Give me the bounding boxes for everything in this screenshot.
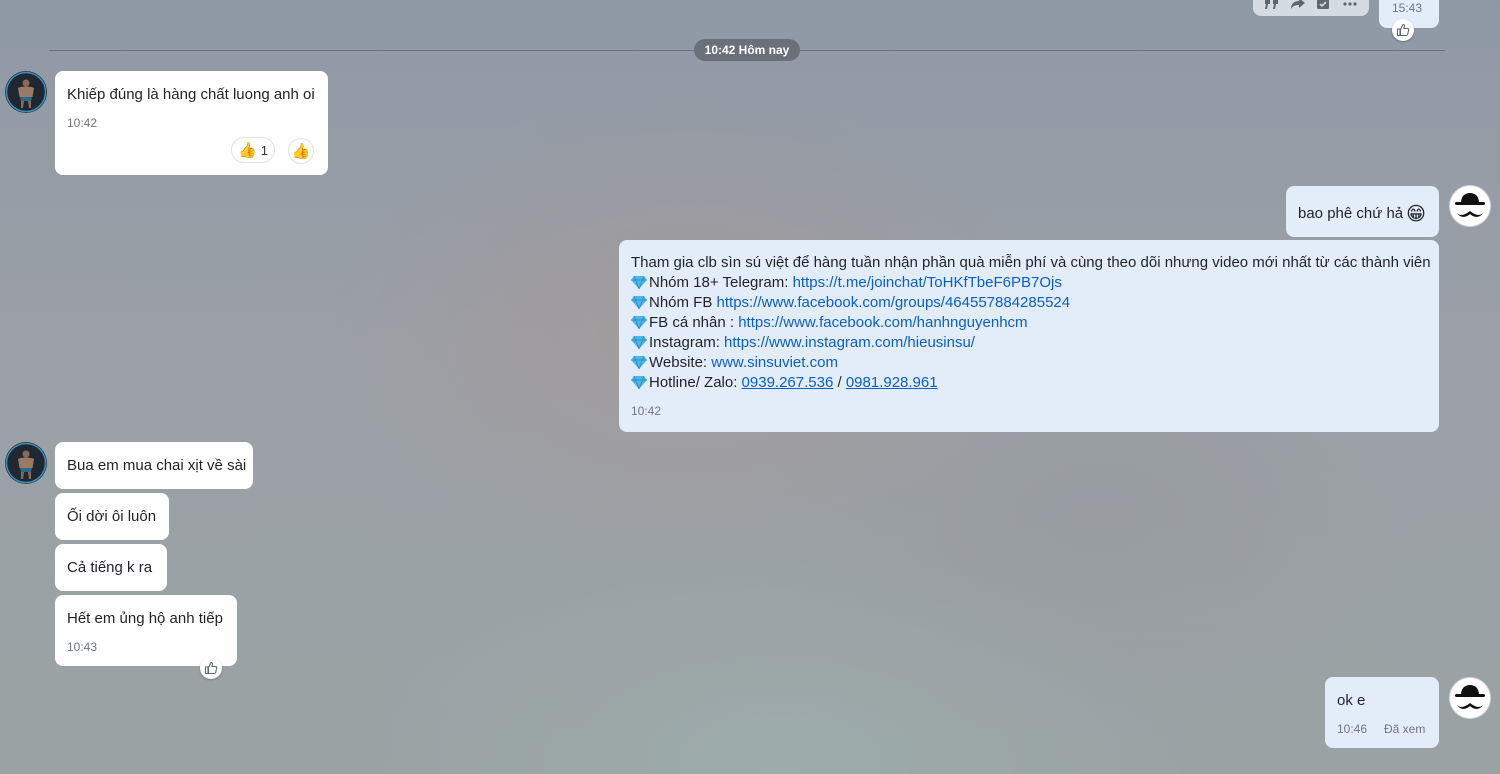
phone-link-2[interactable]: 0981.928.961 (846, 374, 938, 391)
message-bubble[interactable]: Bua em mua chai xịt về sài (55, 442, 253, 489)
mustache-hat-avatar-icon (1449, 677, 1491, 719)
thumbs-up-emoji-icon: 👍 (238, 141, 257, 159)
message-bubble[interactable]: Hết em ủng hộ anh tiếp 10:43 (55, 595, 237, 666)
message-bubble[interactable]: Khiếp đúng là hàng chất luong anh oi 10:… (55, 71, 328, 175)
message-text: ok e (1337, 692, 1366, 709)
message-line: Instagram: https://www.instagram.com/hie… (631, 334, 975, 351)
forward-icon[interactable] (1290, 0, 1306, 10)
facebook-profile-link[interactable]: https://www.facebook.com/hanhnguyenhcm (738, 314, 1027, 331)
message-toolbar (1253, 0, 1369, 16)
diamond-icon (631, 295, 647, 309)
message-text: Tham gia clb sìn sú việt để hàng tuần nh… (631, 254, 1431, 271)
telegram-link[interactable]: https://t.me/joinchat/ToHKfTbeF6PB7Ojs (793, 274, 1062, 291)
contact-avatar[interactable] (5, 442, 47, 484)
more-icon[interactable] (1342, 0, 1358, 10)
diamond-icon (631, 275, 647, 289)
website-link[interactable]: www.sinsuviet.com (711, 354, 838, 371)
seen-status: Đã xem (1384, 722, 1426, 736)
quote-icon[interactable] (1264, 0, 1280, 10)
mustache-hat-avatar-icon (1449, 185, 1491, 227)
facebook-group-link[interactable]: https://www.facebook.com/groups/46455788… (717, 294, 1071, 311)
message-time: 10:42 (631, 404, 662, 418)
thumbs-up-icon (1396, 23, 1410, 37)
message-time: 10:42 (67, 116, 98, 130)
message-line: Nhóm FB https://www.facebook.com/groups/… (631, 294, 1070, 311)
avatar-image (5, 442, 47, 484)
thumbs-up-icon (204, 661, 218, 675)
message-text: Bua em mua chai xịt về sài (67, 457, 247, 474)
avatar-image (5, 71, 47, 113)
message-time: 10:46 (1337, 722, 1368, 736)
like-reaction-button[interactable] (200, 657, 222, 679)
message-bubble-own[interactable]: bao phê chứ hả 😁 (1286, 186, 1439, 237)
message-text: Ối dời ôi luôn (67, 508, 157, 525)
like-reaction-button[interactable] (1392, 19, 1414, 41)
message-time: 15:43 (1392, 1, 1423, 15)
message-text: Cả tiếng k ra (67, 559, 153, 576)
message-line: FB cá nhân : https://www.facebook.com/ha… (631, 314, 1028, 331)
instagram-link[interactable]: https://www.instagram.com/hieusinsu/ (724, 334, 975, 351)
phone-link-1[interactable]: 0939.267.536 (742, 374, 834, 391)
message-bubble[interactable]: Ối dời ôi luôn (55, 493, 169, 540)
task-icon[interactable] (1316, 0, 1332, 10)
reaction-count: 1 (260, 142, 268, 158)
my-avatar[interactable] (1449, 185, 1491, 227)
diamond-icon (631, 355, 647, 369)
like-reaction-button[interactable]: 👍 (288, 138, 314, 164)
date-divider: 10:42 Hôm nay (694, 39, 800, 61)
grin-emoji-icon: 😁 (1406, 204, 1426, 225)
diamond-icon (631, 315, 647, 329)
message-line: Nhóm 18+ Telegram: https://t.me/joinchat… (631, 274, 1062, 291)
diamond-icon (631, 375, 647, 389)
diamond-icon (631, 335, 647, 349)
message-line: Hotline/ Zalo: 0939.267.536 / 0981.928.9… (631, 374, 938, 391)
message-bubble-own[interactable]: Tham gia clb sìn sú việt để hàng tuần nh… (619, 240, 1439, 432)
contact-avatar[interactable] (5, 71, 47, 113)
message-time: 10:43 (67, 640, 98, 654)
my-avatar[interactable] (1449, 677, 1491, 719)
message-text: Hết em ủng hộ anh tiếp (67, 610, 223, 627)
thumbs-up-emoji-icon: 👍 (291, 142, 311, 160)
message-bubble-own[interactable]: ok e 10:46 Đã xem (1325, 677, 1439, 748)
reaction-summary[interactable]: 👍 1 (231, 137, 275, 163)
message-text: bao phê chứ hả 😁 (1298, 204, 1426, 225)
message-text: Khiếp đúng là hàng chất luong anh oi (67, 86, 315, 103)
message-line: Website: www.sinsuviet.com (631, 354, 838, 371)
message-bubble[interactable]: Cả tiếng k ra (55, 544, 167, 591)
